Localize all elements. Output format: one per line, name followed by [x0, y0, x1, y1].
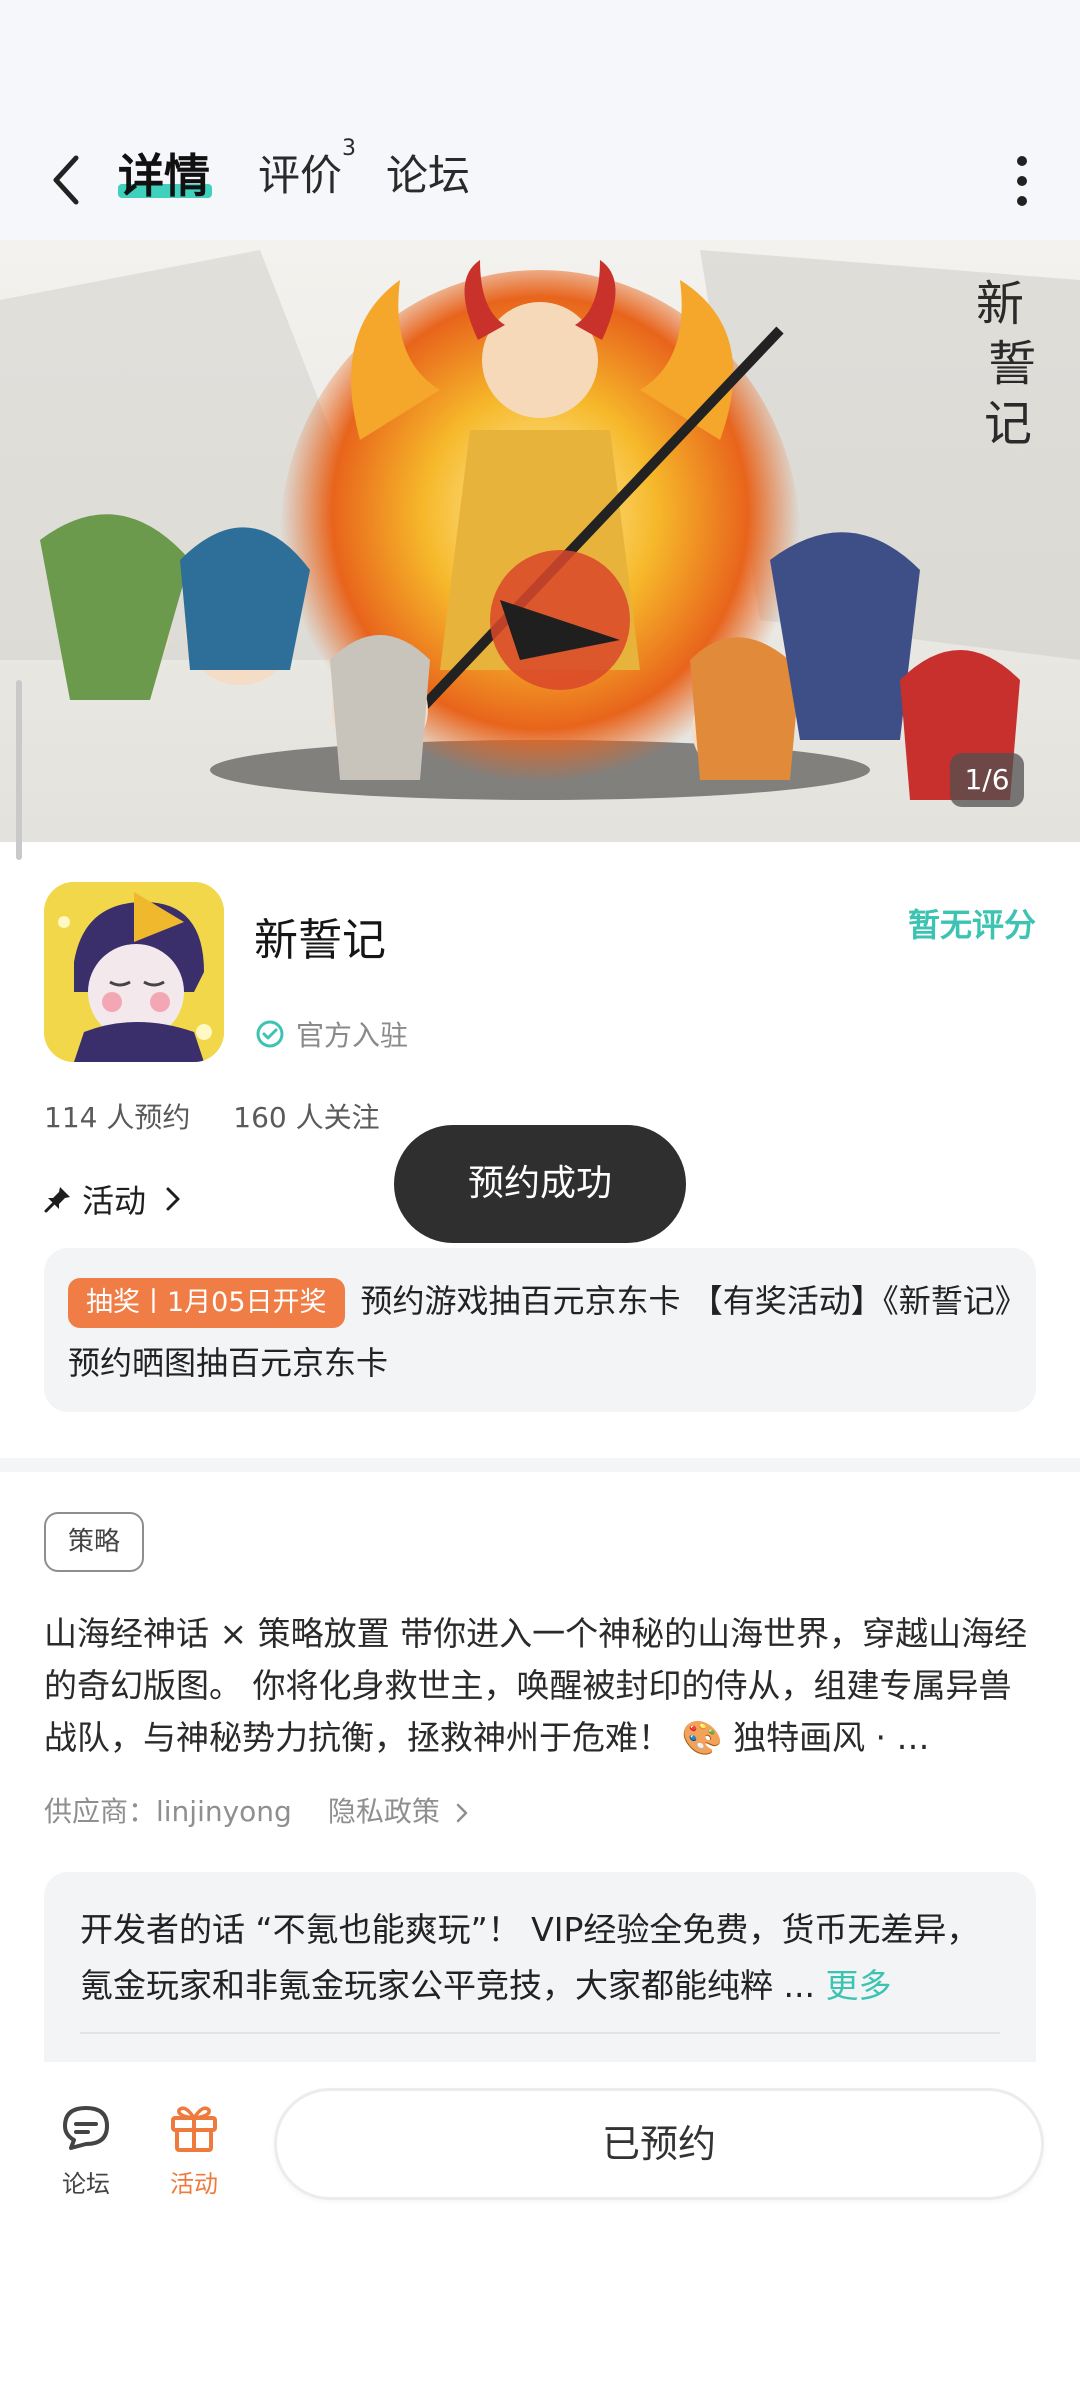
banner-page-counter: 1/6: [950, 753, 1024, 807]
bottom-nav-forum[interactable]: 论坛: [46, 2098, 126, 2199]
pin-icon: [44, 1187, 70, 1213]
chevron-right-icon: [166, 1187, 180, 1211]
bottom-action-bar: 论坛 活动 已预约: [0, 2062, 1080, 2400]
back-arrow-icon[interactable]: [44, 144, 88, 216]
official-label: 官方入驻: [296, 1019, 409, 1052]
promo-card[interactable]: 抽奖丨1月05日开奖 预约游戏抽百元京东卡 【有奖活动】《新誓记》预约晒图抽百元京…: [44, 1248, 1036, 1412]
more-options-icon[interactable]: [1016, 150, 1028, 210]
app-stats: 114 人预约 160 人关注: [44, 1096, 380, 1136]
more-link[interactable]: 更多: [825, 1966, 891, 2005]
scroll-indicator: [16, 680, 22, 860]
forum-label: 论坛: [62, 2170, 110, 2198]
official-badge: 官方入驻: [254, 1014, 408, 1054]
rating-status: 暂无评分: [907, 906, 1036, 944]
banner-logo-char-2: 誓: [988, 336, 1036, 392]
forum-chat-icon: [63, 2106, 109, 2150]
activity-nav-label: 活动: [170, 2170, 218, 2198]
banner-logo-char-3: 记: [984, 396, 1032, 452]
tab-forum[interactable]: 论坛: [386, 140, 470, 212]
genre-tag[interactable]: 策略: [44, 1512, 145, 1572]
verified-check-icon: [256, 1020, 284, 1048]
review-count-badge: 3: [342, 136, 357, 161]
status-bar-area: [0, 0, 1080, 120]
game-description[interactable]: 山海经神话 × 策略放置 带你进入一个神秘的山海世界，穿越山海经的奇幻版图。 你…: [44, 1608, 1036, 1764]
card-divider: [80, 2032, 1000, 2034]
follower-count: 160 人关注: [233, 1101, 380, 1134]
chevron-right-icon: [456, 1803, 468, 1823]
supplier-text: 供应商：linjinyong: [44, 1795, 292, 1828]
privacy-policy-label: 隐私政策: [327, 1795, 440, 1828]
top-navigation-bar: 详情 评价 3 论坛: [0, 120, 1080, 240]
developer-notes-card[interactable]: 开发者的话 “不氪也能爽玩”！ VIP经验全免费，货币无差异，氪金玩家和非氪金玩…: [44, 1872, 1036, 2062]
privacy-policy-link[interactable]: 隐私政策: [328, 1790, 469, 1830]
gift-icon: [171, 2106, 217, 2152]
app-icon: [44, 882, 224, 1062]
app-name: 新誓记: [254, 915, 386, 966]
reservation-count: 114 人预约: [44, 1101, 191, 1134]
lottery-tag[interactable]: 抽奖丨1月05日开奖: [68, 1278, 345, 1328]
bottom-nav-activity[interactable]: 活动: [154, 2098, 234, 2199]
supplier-row: 供应商：linjinyong 隐私政策: [44, 1790, 469, 1830]
reservation-success-toast: 预约成功: [394, 1125, 686, 1243]
activity-label: 活动: [82, 1182, 147, 1220]
game-banner-carousel[interactable]: 新 誓 记 1/6: [0, 240, 1080, 842]
activity-link[interactable]: 活动: [44, 1176, 182, 1222]
section-divider: [0, 1458, 1080, 1472]
banner-logo-char-1: 新: [976, 276, 1024, 332]
banner-artwork: 新 誓 记: [0, 240, 1080, 842]
reserved-button[interactable]: 已预约: [274, 2088, 1044, 2200]
tab-reviews[interactable]: 评价 3: [258, 138, 356, 212]
tab-reviews-label: 评价: [258, 151, 343, 200]
tab-details[interactable]: 详情: [118, 140, 210, 212]
